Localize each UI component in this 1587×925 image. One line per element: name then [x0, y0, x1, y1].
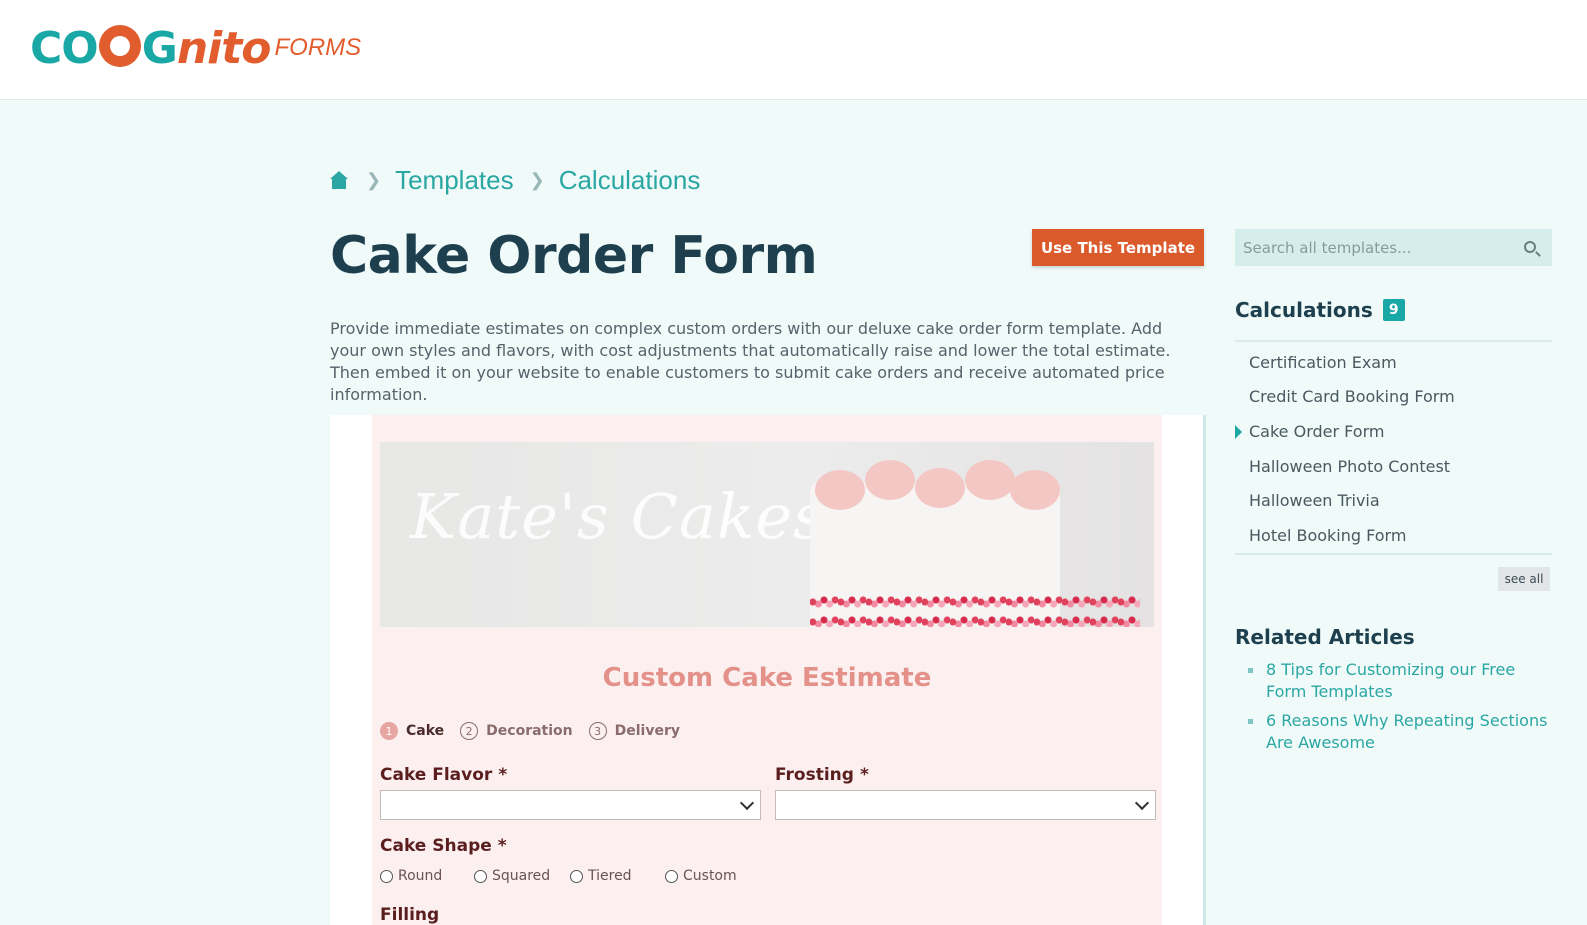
cognito-forms-logo[interactable]: CO Gnito FORMS	[30, 22, 361, 74]
radio-button[interactable]	[474, 869, 487, 883]
radio-button[interactable]	[570, 869, 583, 883]
breadcrumb-calculations[interactable]: Calculations	[559, 165, 701, 196]
form-title: Custom Cake Estimate	[602, 663, 932, 693]
frosting-swirl	[915, 468, 965, 508]
see-all-button[interactable]: see all	[1498, 567, 1550, 591]
form-steps: 1 Cake 2 Decoration 3 Delivery	[380, 722, 696, 740]
category-template-list: Certification Exam Credit Card Booking F…	[1235, 345, 1552, 553]
template-description: Provide immediate estimates on complex c…	[330, 319, 1171, 404]
cake-frosting	[805, 460, 1067, 510]
use-this-template-button[interactable]: Use This Template	[1032, 229, 1204, 266]
cake-flavor-label: Cake Flavor *	[380, 765, 508, 785]
form-panel: Kate's Cakes Custom Cake Estimate 1 Cake…	[372, 415, 1162, 925]
form-banner-image: Kate's Cakes	[380, 442, 1154, 627]
category-count-badge: 9	[1382, 299, 1405, 321]
divider	[1235, 553, 1552, 555]
cake-flavor-select[interactable]	[380, 790, 761, 820]
step-delivery[interactable]: 3 Delivery	[588, 722, 680, 740]
logo-wordmark: CO Gnito	[30, 22, 271, 74]
template-link[interactable]: Certification Exam	[1235, 345, 1552, 380]
search-input[interactable]	[1235, 230, 1505, 265]
chevron-down-icon	[1134, 795, 1150, 811]
radio-button[interactable]	[380, 869, 393, 883]
template-link[interactable]: Credit Card Booking Form	[1235, 380, 1552, 415]
required-mark: *	[498, 765, 508, 785]
frosting-swirl	[1010, 470, 1060, 510]
breadcrumb-templates[interactable]: Templates	[395, 165, 514, 196]
radio-squared[interactable]: Squared	[474, 868, 570, 884]
frosting-swirl	[865, 460, 915, 500]
template-link[interactable]: Halloween Trivia	[1235, 483, 1552, 518]
frosting-swirl	[815, 470, 865, 510]
breadcrumb: ❯ Templates ❯ Calculations	[330, 162, 716, 198]
related-article-link[interactable]: 8 Tips for Customizing our Free Form Tem…	[1248, 659, 1553, 703]
frosting-select[interactable]	[775, 790, 1156, 820]
frosting-label: Frosting *	[775, 765, 869, 785]
template-link[interactable]: Halloween Photo Contest	[1235, 449, 1552, 484]
form-preview: Kate's Cakes Custom Cake Estimate 1 Cake…	[330, 415, 1206, 925]
banner-script-text: Kate's Cakes	[410, 480, 826, 553]
template-search	[1235, 229, 1552, 266]
chevron-down-icon	[739, 795, 755, 811]
radio-tiered[interactable]: Tiered	[570, 868, 665, 884]
radio-custom[interactable]: Custom	[665, 868, 737, 884]
logo-forms-text: FORMS	[274, 34, 362, 61]
home-icon[interactable]	[330, 171, 348, 189]
gear-icon	[98, 24, 141, 67]
cake-shape-options: Round Squared Tiered Custom	[380, 868, 737, 884]
step-decoration[interactable]: 2 Decoration	[460, 722, 573, 740]
search-icon[interactable]	[1524, 241, 1536, 253]
step-cake[interactable]: 1 Cake	[380, 722, 444, 740]
radio-round[interactable]: Round	[380, 868, 474, 884]
site-header: CO Gnito FORMS	[0, 0, 1587, 100]
cake-shape-label: Cake Shape *	[380, 836, 507, 856]
related-article-link[interactable]: 6 Reasons Why Repeating Sections Are Awe…	[1248, 710, 1553, 754]
divider	[1235, 340, 1552, 342]
related-articles-heading: Related Articles	[1235, 625, 1415, 649]
frosting-swirl	[965, 460, 1015, 500]
template-link-current[interactable]: Cake Order Form	[1235, 414, 1552, 449]
category-heading: Calculations 9	[1235, 298, 1405, 322]
chevron-right-icon: ❯	[529, 169, 545, 190]
required-mark: *	[859, 765, 869, 785]
template-link[interactable]: Hotel Booking Form	[1235, 518, 1552, 553]
related-articles-list: 8 Tips for Customizing our Free Form Tem…	[1248, 659, 1553, 761]
required-mark: *	[497, 836, 507, 856]
chevron-right-icon: ❯	[366, 169, 382, 190]
page-title: Cake Order Form	[330, 226, 818, 286]
filling-label: Filling	[380, 905, 440, 925]
sprinkles	[810, 592, 1140, 627]
radio-button[interactable]	[665, 869, 678, 883]
